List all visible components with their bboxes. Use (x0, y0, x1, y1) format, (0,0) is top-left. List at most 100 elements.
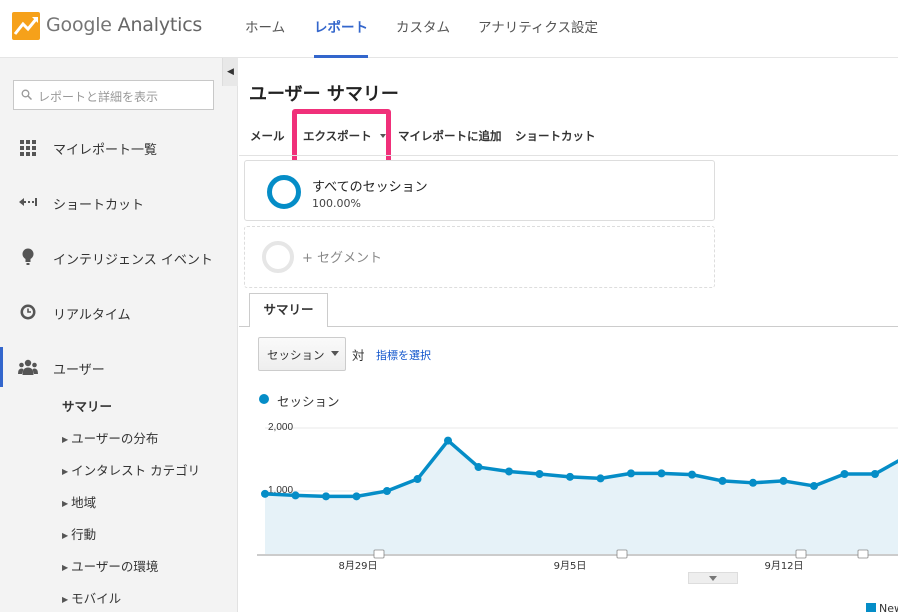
caret-right-icon: ▶ (62, 467, 69, 476)
page-title: ユーザー サマリー (249, 84, 399, 105)
sidebar-item-shortcuts[interactable]: ショートカット (0, 182, 222, 222)
x-tick-label: 9月12日 (764, 560, 803, 572)
sidebar-subitem-mobile[interactable]: ▶ モバイル (62, 588, 121, 607)
report-search-input[interactable]: レポートと詳細を表示 (13, 80, 214, 110)
series-legend: New (866, 602, 898, 612)
sidebar-subitem-label: 地域 (71, 495, 97, 510)
add-to-dashboard-button[interactable]: マイレポートに追加 (398, 128, 502, 144)
caret-right-icon: ▶ (62, 435, 69, 444)
caret-right-icon: ▶ (62, 595, 69, 604)
sidebar-subitem-geo[interactable]: ▶ 地域 (62, 492, 96, 511)
email-button[interactable]: メール (250, 128, 285, 144)
segment-ring-icon (267, 175, 301, 209)
sessions-chart[interactable]: 2,0001,0008月29日 9月5日 9月12日 (239, 413, 898, 583)
collapse-sidebar-button[interactable]: ◀ (222, 58, 238, 86)
sidebar-subitem-label: 行動 (71, 527, 97, 542)
data-point (474, 463, 483, 472)
sidebar-subitem-technology[interactable]: ▶ ユーザーの環境 (62, 556, 158, 575)
data-point (718, 476, 727, 485)
data-point (779, 476, 788, 485)
dropdown-caret-icon (331, 351, 339, 356)
annotation-marker (795, 549, 807, 559)
sidebar-subitem-behavior[interactable]: ▶ 行動 (62, 524, 96, 543)
segment-all-sessions[interactable]: すべてのセッション 100.00% (244, 160, 715, 221)
analytics-logo-icon[interactable] (12, 12, 40, 40)
data-point (871, 469, 879, 478)
brand-name[interactable]: Google Analytics (46, 14, 202, 36)
chart-legend-label: セッション (277, 394, 340, 409)
sidebar-subitem-label: ユーザーの分布 (71, 431, 159, 446)
metric-dropdown[interactable]: セッション (258, 337, 346, 371)
y-tick-label: 2,000 (268, 422, 293, 433)
legend-marker (259, 394, 269, 404)
add-segment-label: + セグメント (302, 251, 383, 266)
sidebar-subitem-overview[interactable]: サマリー (62, 396, 112, 415)
tab-custom[interactable]: カスタム (396, 0, 450, 58)
data-point (261, 489, 269, 498)
data-point (688, 470, 696, 479)
sidebar-item-real-time[interactable]: リアルタイム (0, 292, 222, 332)
sidebar-item-dashboards[interactable]: マイレポート一覧 (0, 127, 222, 167)
sidebar-item-audience[interactable]: ユーザー (0, 347, 222, 387)
data-point (657, 469, 666, 478)
tab-home[interactable]: ホーム (245, 0, 285, 58)
data-point (291, 491, 300, 500)
sidebar-subitem-demographics[interactable]: ▶ ユーザーの分布 (62, 428, 158, 447)
users-icon (18, 359, 38, 375)
toolbar-divider (239, 155, 898, 156)
tab-reports[interactable]: レポート (314, 0, 368, 58)
segment-name: すべてのセッション (312, 180, 428, 195)
metric-dropdown-label: セッション (267, 348, 325, 362)
clock-icon (20, 304, 36, 320)
brand-google: Google (46, 14, 112, 36)
shortcut-arrow-icon (19, 198, 37, 206)
shortcut-button[interactable]: ショートカット (515, 128, 596, 144)
x-tick-label: 8月29日 (338, 560, 377, 572)
annotation-marker (373, 549, 385, 559)
data-point (627, 469, 635, 478)
data-point (840, 469, 849, 478)
sidebar: ◀ レポートと詳細を表示 マイレポート一覧 ショートカット インテリジェンス イ… (0, 58, 238, 612)
sidebar-item-label: ショートカット (53, 198, 145, 213)
data-point (596, 474, 605, 483)
tab-divider (239, 326, 898, 327)
chart-expand-handle[interactable] (688, 572, 738, 584)
top-bar: Google Analytics ホーム レポート カスタム アナリティクス設定 (0, 0, 898, 58)
export-highlight-box (292, 109, 391, 167)
annotation-marker (616, 549, 628, 559)
data-point (444, 436, 452, 445)
lightbulb-icon (22, 248, 34, 265)
data-point (413, 475, 422, 484)
data-point (566, 472, 574, 481)
data-point (749, 478, 757, 487)
data-point (810, 481, 818, 490)
sidebar-item-intelligence-events[interactable]: インテリジェンス イベント (0, 237, 222, 277)
caret-right-icon: ▶ (62, 531, 69, 540)
data-point (383, 487, 391, 495)
caret-right-icon: ▶ (62, 499, 69, 508)
add-segment-button[interactable]: + セグメント (244, 226, 715, 288)
versus-label: 対 (352, 348, 365, 363)
data-point (352, 492, 361, 501)
x-tick-label: 9月5日 (554, 560, 587, 572)
caret-right-icon: ▶ (62, 563, 69, 572)
segment-percent: 100.00% (312, 197, 361, 210)
empty-segment-ring-icon (262, 241, 294, 273)
grid-icon (20, 140, 36, 156)
tab-admin[interactable]: アナリティクス設定 (478, 0, 598, 58)
search-icon (21, 89, 32, 100)
series-swatch (866, 603, 876, 612)
sidebar-subitem-label: モバイル (71, 591, 122, 606)
search-placeholder: レポートと詳細を表示 (38, 90, 159, 104)
sidebar-item-label: マイレポート一覧 (53, 143, 158, 158)
tab-summary[interactable]: サマリー (249, 293, 328, 327)
brand-product: Analytics (117, 14, 203, 36)
sidebar-subitem-interests[interactable]: ▶ インタレスト カテゴリ (62, 460, 200, 479)
sidebar-subitem-label: ユーザーの環境 (71, 559, 159, 574)
sidebar-item-label: ユーザー (53, 363, 105, 378)
sidebar-item-label: インテリジェンス イベント (53, 253, 213, 268)
data-point (322, 492, 330, 501)
series-legend-label: New (879, 602, 898, 612)
main-content: ユーザー サマリー メール エクスポート マイレポートに追加 ショートカット す… (239, 58, 898, 612)
select-metric-link[interactable]: 指標を選択 (376, 347, 431, 363)
